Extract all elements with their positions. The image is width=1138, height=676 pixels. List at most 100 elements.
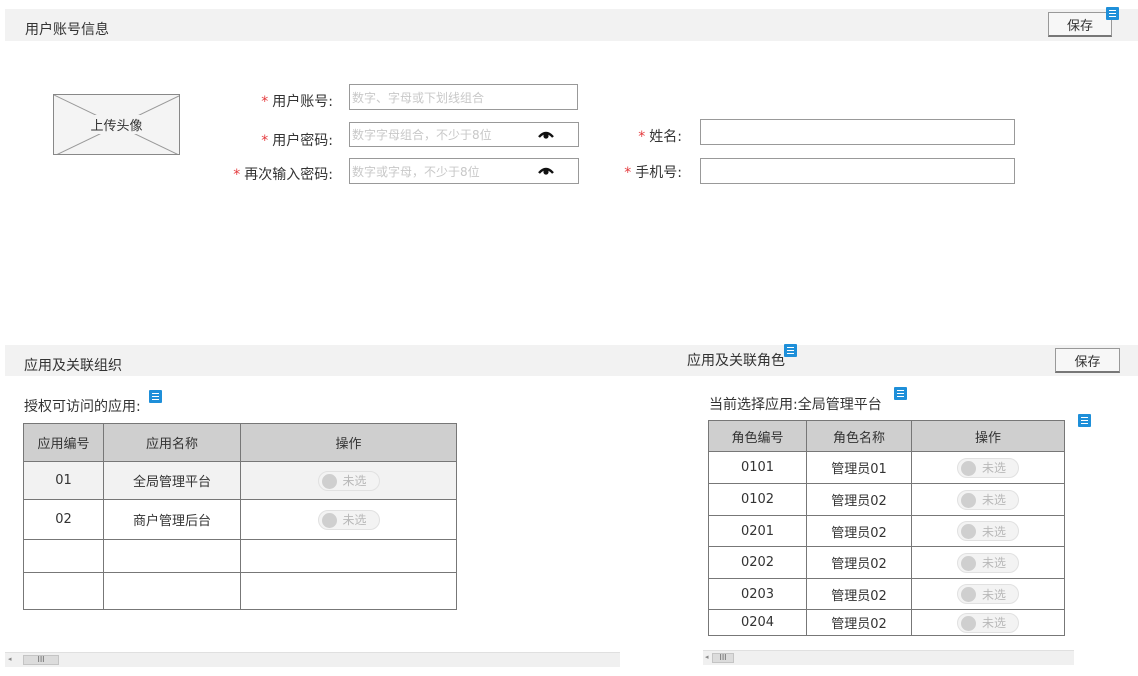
note-icon[interactable] <box>1078 414 1091 427</box>
select-toggle[interactable]: 未选 <box>957 584 1019 604</box>
table-row[interactable]: 0204 管理员02 未选 <box>708 609 1065 636</box>
eye-icon[interactable] <box>538 130 554 140</box>
eye-icon[interactable] <box>538 166 554 176</box>
table-row[interactable]: 01 全局管理平台 未选 <box>23 461 457 500</box>
account-section-header <box>5 9 1138 41</box>
username-label: * 用户账号: <box>261 94 333 110</box>
scrollbar-thumb[interactable]: III <box>712 653 734 663</box>
column-header: 操作 <box>911 420 1065 452</box>
app-id-cell: 01 <box>23 461 104 500</box>
password-placeholder: 数字字母组合，不少于8位 <box>352 128 492 142</box>
app-name-cell <box>103 572 241 610</box>
username-input[interactable]: 数字、字母或下划线组合 <box>349 84 578 110</box>
toggle-label: 未选 <box>982 556 1007 570</box>
app-id-cell <box>23 539 104 573</box>
role-section-title: 应用及关联角色 <box>687 353 785 369</box>
toggle-label: 未选 <box>982 493 1007 507</box>
toggle-knob <box>961 615 976 631</box>
toggle-knob <box>961 524 976 539</box>
role-name-cell: 管理员02 <box>806 515 912 547</box>
account-save-button[interactable]: 保存 <box>1048 12 1112 37</box>
select-toggle[interactable]: 未选 <box>317 509 380 530</box>
toggle-label: 未选 <box>342 513 367 527</box>
toggle-label: 未选 <box>342 474 367 488</box>
current-app-value: 全局管理平台 <box>797 397 882 413</box>
name-input[interactable] <box>700 119 1015 145</box>
table-row[interactable]: 0203 管理员02 未选 <box>708 578 1065 610</box>
phone-input[interactable] <box>700 158 1015 184</box>
select-toggle[interactable]: 未选 <box>957 612 1019 633</box>
toggle-knob <box>961 587 976 602</box>
table-row[interactable]: 0102 管理员02 未选 <box>708 483 1065 516</box>
table-row[interactable]: 0201 管理员02 未选 <box>708 515 1065 547</box>
app-name-cell: 全局管理平台 <box>103 461 241 500</box>
upload-avatar-button[interactable]: 上传头像 <box>53 94 180 155</box>
table-header-row: 角色编号 角色名称 操作 <box>708 420 1065 452</box>
app-action-cell: 未选 <box>240 499 457 540</box>
toggle-knob <box>961 555 976 571</box>
app-id-cell <box>23 572 104 610</box>
column-header: 应用名称 <box>103 423 241 462</box>
table-row[interactable]: 02 商户管理后台 未选 <box>23 499 457 540</box>
role-action-cell: 未选 <box>911 578 1065 610</box>
password-label: * 用户密码: <box>261 133 333 149</box>
bottom-section-header <box>5 345 1138 376</box>
select-toggle[interactable]: 未选 <box>957 521 1019 541</box>
role-action-cell: 未选 <box>911 483 1065 516</box>
toggle-knob <box>961 460 976 476</box>
roles-table: 角色编号 角色名称 操作 0101 管理员01 未选 0102 管理员02 未选… <box>708 420 1065 636</box>
current-app-label: 当前选择应用:全局管理平台 <box>709 397 882 413</box>
note-icon[interactable] <box>1106 7 1119 20</box>
note-icon[interactable] <box>894 387 907 400</box>
role-save-button[interactable]: 保存 <box>1055 348 1120 373</box>
account-section-title: 用户账号信息 <box>25 22 109 38</box>
apps-table: 应用编号 应用名称 操作 01 全局管理平台 未选 02 商户管理后台 未选 <box>23 423 457 610</box>
role-name-cell: 管理员02 <box>806 546 912 579</box>
table-row <box>23 539 457 573</box>
role-action-cell: 未选 <box>911 609 1065 636</box>
app-action-cell: 未选 <box>240 461 457 500</box>
app-id-cell: 02 <box>23 499 104 540</box>
select-toggle[interactable]: 未选 <box>957 489 1019 510</box>
toggle-knob <box>321 473 337 489</box>
table-row[interactable]: 0101 管理员01 未选 <box>708 451 1065 484</box>
roles-horizontal-scrollbar[interactable]: ◂ III <box>703 650 1074 665</box>
toggle-label: 未选 <box>982 616 1007 630</box>
toggle-label: 未选 <box>982 524 1007 539</box>
app-action-cell <box>240 572 457 610</box>
table-row[interactable]: 0202 管理员02 未选 <box>708 546 1065 579</box>
scroll-left-icon[interactable]: ◂ <box>8 655 12 663</box>
upload-avatar-label: 上传头像 <box>88 115 145 134</box>
authorized-apps-label: 授权可访问的应用: <box>24 399 141 415</box>
app-name-cell <box>103 539 241 573</box>
phone-label: * 手机号: <box>624 165 682 181</box>
scroll-left-icon[interactable]: ◂ <box>705 653 709 661</box>
role-id-cell: 0204 <box>708 609 807 636</box>
app-name-cell: 商户管理后台 <box>103 499 241 540</box>
scrollbar-thumb[interactable]: III <box>23 655 59 665</box>
role-name-cell: 管理员02 <box>806 578 912 610</box>
confirm-password-input[interactable]: 数字或字母，不少于8位 <box>349 158 579 184</box>
role-action-cell: 未选 <box>911 451 1065 484</box>
apps-horizontal-scrollbar[interactable]: ◂ III <box>5 652 620 667</box>
name-label: * 姓名: <box>638 129 682 145</box>
app-action-cell <box>240 539 457 573</box>
select-toggle[interactable]: 未选 <box>957 457 1019 478</box>
role-name-cell: 管理员02 <box>806 483 912 516</box>
role-action-cell: 未选 <box>911 546 1065 579</box>
password-input[interactable]: 数字字母组合，不少于8位 <box>349 122 579 147</box>
role-id-cell: 0101 <box>708 451 807 484</box>
confirm-password-placeholder: 数字或字母，不少于8位 <box>352 164 480 179</box>
select-toggle[interactable]: 未选 <box>317 470 380 491</box>
username-placeholder: 数字、字母或下划线组合 <box>352 90 485 105</box>
role-id-cell: 0201 <box>708 515 807 547</box>
column-header: 操作 <box>240 423 457 462</box>
role-action-cell: 未选 <box>911 515 1065 547</box>
note-icon[interactable] <box>784 344 797 357</box>
toggle-label: 未选 <box>982 461 1007 475</box>
note-icon[interactable] <box>149 390 162 403</box>
toggle-knob <box>321 512 337 528</box>
toggle-knob <box>961 492 976 508</box>
select-toggle[interactable]: 未选 <box>957 552 1019 573</box>
table-row <box>23 572 457 610</box>
